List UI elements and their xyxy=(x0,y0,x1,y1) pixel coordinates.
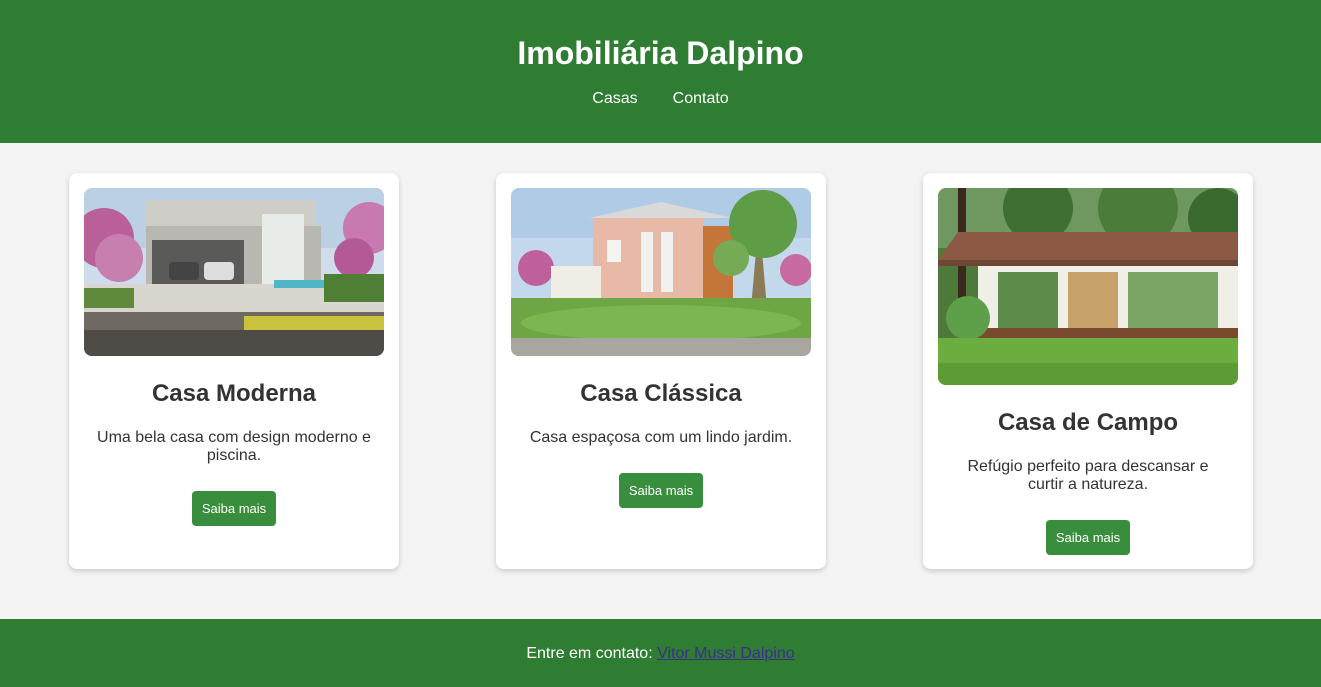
footer-contact-link[interactable]: Vitor Mussi Dalpino xyxy=(657,645,795,662)
card-description: Refúgio perfeito para descansar e curtir… xyxy=(967,458,1209,493)
site-footer: Entre em contato: Vitor Mussi Dalpino xyxy=(0,619,1321,687)
house-card-campo: Casa de Campo Refúgio perfeito para desc… xyxy=(923,173,1253,569)
site-header: Imobiliária Dalpino Casas Contato xyxy=(0,0,1321,143)
saiba-mais-button-campo[interactable]: Saiba mais xyxy=(1045,520,1131,555)
country-house-image xyxy=(938,188,1238,385)
site-title: Imobiliária Dalpino xyxy=(517,35,804,71)
saiba-mais-button-classica[interactable]: Saiba mais xyxy=(618,473,704,508)
card-title: Casa Clássica xyxy=(580,380,742,407)
saiba-mais-button-moderna[interactable]: Saiba mais xyxy=(191,491,277,526)
house-card-moderna: Casa Moderna Uma bela casa com design mo… xyxy=(69,173,399,569)
classic-house-image xyxy=(511,188,811,356)
main-nav: Casas Contato xyxy=(0,90,1321,108)
nav-link-contato[interactable]: Contato xyxy=(673,90,729,108)
nav-link-casas[interactable]: Casas xyxy=(592,90,637,108)
modern-house-image xyxy=(84,188,384,356)
house-card-classica: Casa Clássica Casa espaçosa com um lindo… xyxy=(496,173,826,569)
footer-text: Entre em contato: xyxy=(526,645,653,662)
house-listing: Casa Moderna Uma bela casa com design mo… xyxy=(0,143,1321,619)
card-description: Uma bela casa com design moderno e pisci… xyxy=(97,429,371,464)
card-title: Casa Moderna xyxy=(151,380,317,407)
card-description: Casa espaçosa com um lindo jardim. xyxy=(529,429,793,446)
card-title: Casa de Campo xyxy=(997,409,1179,436)
